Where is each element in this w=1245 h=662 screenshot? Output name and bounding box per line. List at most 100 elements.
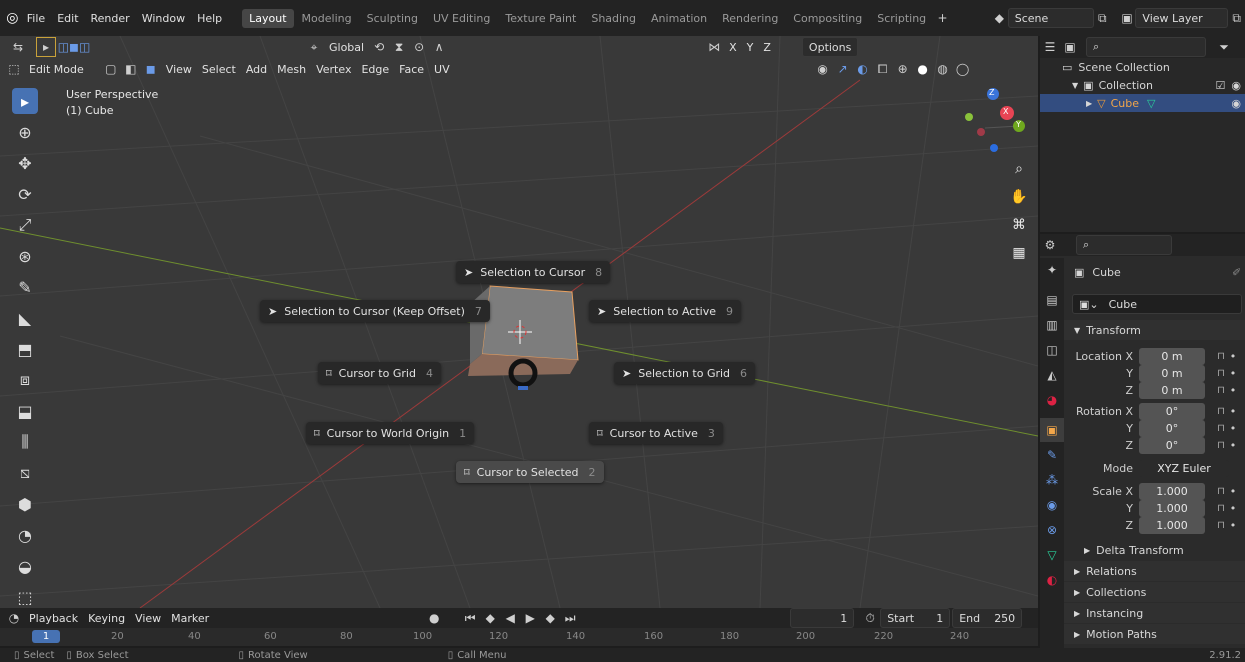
- tool-tab-icon[interactable]: ✦: [1040, 258, 1064, 282]
- delta-transform-panel[interactable]: ▶ Delta Transform: [1064, 540, 1245, 560]
- lock-icon[interactable]: ⊓: [1213, 440, 1229, 451]
- view-layer-icon[interactable]: ▣: [1119, 8, 1136, 28]
- menu-mesh[interactable]: Mesh: [272, 63, 311, 76]
- menu-marker[interactable]: Marker: [166, 612, 214, 625]
- menu-keying[interactable]: Keying: [83, 612, 130, 625]
- pie-cursor-to-world-origin[interactable]: ⌑ Cursor to World Origin 1: [306, 422, 475, 444]
- lock-icon[interactable]: ⊓: [1213, 385, 1229, 396]
- mirror-icon[interactable]: ⋈: [704, 37, 724, 57]
- menu-edge[interactable]: Edge: [356, 63, 394, 76]
- inset-tool-icon[interactable]: ⧈: [12, 367, 38, 393]
- modifier-tab-icon[interactable]: ✎: [1040, 443, 1064, 467]
- mirror-y[interactable]: Y: [742, 41, 759, 54]
- display-mode-icon[interactable]: ☰: [1040, 37, 1060, 57]
- rotation-y-field[interactable]: 0°: [1139, 419, 1205, 437]
- outliner-search-input[interactable]: ⌕: [1086, 37, 1206, 57]
- camera-view-icon[interactable]: ⌘: [1008, 214, 1030, 236]
- scale-x-field[interactable]: 1.000: [1139, 482, 1205, 500]
- menu-timeline-view[interactable]: View: [130, 612, 166, 625]
- tab-uv-editing[interactable]: UV Editing: [426, 9, 497, 28]
- menu-help[interactable]: Help: [191, 12, 228, 25]
- pie-selection-to-cursor[interactable]: ➤ Selection to Cursor 8: [456, 261, 611, 283]
- menu-edit[interactable]: Edit: [51, 12, 84, 25]
- properties-search-input[interactable]: ⌕: [1076, 235, 1172, 255]
- end-frame-field[interactable]: End 250: [952, 608, 1023, 628]
- keyframe-dot-icon[interactable]: •: [1229, 384, 1237, 397]
- current-frame-field[interactable]: 1: [790, 608, 855, 628]
- pin-icon[interactable]: ✐: [1232, 266, 1241, 279]
- object-name[interactable]: Cube: [1092, 266, 1120, 279]
- tab-scripting[interactable]: Scripting: [870, 9, 933, 28]
- keyframe-dot-icon[interactable]: •: [1229, 350, 1237, 363]
- mode-selector[interactable]: Edit Mode: [24, 63, 89, 76]
- next-keyframe-icon[interactable]: ◆: [540, 608, 560, 628]
- face-select-icon[interactable]: ◼: [141, 59, 161, 79]
- snap-icon[interactable]: ⧗: [389, 37, 409, 57]
- blender-logo-icon[interactable]: ◎: [4, 8, 21, 28]
- select-box-tool-icon[interactable]: ▸: [12, 88, 38, 114]
- 3d-viewport[interactable]: Z X Y ⇆ ▸ ◫◼◫ ⌖ Global ⟲ ⧗ ⊙ ∧ ⋈ X Y Z O…: [0, 36, 1038, 608]
- menu-playback[interactable]: Playback: [24, 612, 83, 625]
- menu-window[interactable]: Window: [136, 12, 191, 25]
- scale-y-field[interactable]: 1.000: [1139, 499, 1205, 517]
- keyframe-dot-icon[interactable]: •: [1229, 485, 1237, 498]
- auto-key-icon[interactable]: ●: [424, 608, 444, 628]
- start-frame-field[interactable]: Start 1: [880, 608, 951, 628]
- collections-panel[interactable]: ▶ Collections: [1064, 582, 1245, 602]
- solid-shading-icon[interactable]: ●: [913, 59, 933, 79]
- rotate-tool-icon[interactable]: ⟳: [12, 181, 38, 207]
- tab-texture-paint[interactable]: Texture Paint: [498, 9, 583, 28]
- spin-tool-icon[interactable]: ◔: [12, 522, 38, 548]
- new-view-layer-icon[interactable]: ⧉: [1228, 8, 1245, 28]
- lock-icon[interactable]: ⊓: [1213, 368, 1229, 379]
- prev-keyframe-icon[interactable]: ◆: [480, 608, 500, 628]
- outliner-collection[interactable]: ▼ ▣ Collection ☑ ◉: [1040, 76, 1245, 94]
- menu-face[interactable]: Face: [394, 63, 429, 76]
- menu-select[interactable]: Select: [197, 63, 241, 76]
- vertex-select-icon[interactable]: ▢: [101, 59, 121, 79]
- current-frame-marker[interactable]: 1: [32, 630, 60, 643]
- filter-view-icon[interactable]: ▣: [1060, 37, 1080, 57]
- menu-add[interactable]: Add: [241, 63, 272, 76]
- tab-layout[interactable]: Layout: [242, 8, 294, 28]
- constraints-tab-icon[interactable]: ⊗: [1040, 518, 1064, 542]
- pie-cursor-to-grid[interactable]: ⌑ Cursor to Grid 4: [318, 362, 441, 384]
- relations-panel[interactable]: ▶ Relations: [1064, 561, 1245, 581]
- gizmo-toggle-icon[interactable]: ↗: [833, 59, 853, 79]
- tab-compositing[interactable]: Compositing: [786, 9, 869, 28]
- menu-uv[interactable]: UV: [429, 63, 455, 76]
- filter-icon[interactable]: ⏷: [1214, 37, 1234, 57]
- location-y-field[interactable]: 0 m: [1139, 364, 1205, 382]
- rotation-mode-dropdown[interactable]: XYZ Euler: [1139, 459, 1229, 477]
- mirror-x[interactable]: X: [724, 41, 742, 54]
- extrude-tool-icon[interactable]: ⬒: [12, 336, 38, 362]
- pie-selection-to-grid[interactable]: ➤ Selection to Grid 6: [614, 362, 756, 384]
- scene-tab-icon[interactable]: ◭: [1040, 363, 1064, 387]
- lock-icon[interactable]: ⊓: [1213, 520, 1229, 531]
- transform-tool-icon[interactable]: ⊛: [12, 243, 38, 269]
- tab-sculpting[interactable]: Sculpting: [360, 9, 425, 28]
- motion-paths-panel[interactable]: ▶ Motion Paths: [1064, 624, 1245, 644]
- rotation-x-field[interactable]: 0°: [1139, 402, 1205, 420]
- data-tab-icon[interactable]: ▽: [1040, 543, 1064, 567]
- pie-selection-to-cursor-keep-offset[interactable]: ➤ Selection to Cursor (Keep Offset) 7: [260, 300, 490, 322]
- lock-icon[interactable]: ⊓: [1213, 503, 1229, 514]
- location-z-field[interactable]: 0 m: [1139, 381, 1205, 399]
- editor-type-icon[interactable]: ⬚: [4, 59, 24, 79]
- bevel-tool-icon[interactable]: ⬓: [12, 398, 38, 424]
- loop-cut-tool-icon[interactable]: ⫼: [12, 429, 38, 455]
- orientation-icon[interactable]: ⌖: [304, 37, 324, 57]
- selection-mode-icon[interactable]: ◫◼◫: [58, 37, 91, 57]
- object-tab-icon[interactable]: ▣: [1040, 418, 1064, 442]
- lock-icon[interactable]: ⊓: [1213, 486, 1229, 497]
- eye-icon[interactable]: ◉: [1231, 79, 1241, 92]
- pan-hand-icon[interactable]: ✋: [1008, 186, 1030, 208]
- visibility-icon[interactable]: ◉: [813, 59, 833, 79]
- proportional-edit-icon[interactable]: ⊙: [409, 37, 429, 57]
- pie-cursor-to-selected[interactable]: ⌑ Cursor to Selected 2: [456, 461, 604, 483]
- transform-panel-header[interactable]: ▼ Transform: [1064, 320, 1245, 340]
- checkbox-icon[interactable]: ☑: [1216, 79, 1226, 92]
- editor-type-icon[interactable]: ⚙: [1040, 235, 1060, 255]
- transform-orientation[interactable]: Global: [324, 41, 369, 54]
- pie-cursor-to-active[interactable]: ⌑ Cursor to Active 3: [589, 422, 723, 444]
